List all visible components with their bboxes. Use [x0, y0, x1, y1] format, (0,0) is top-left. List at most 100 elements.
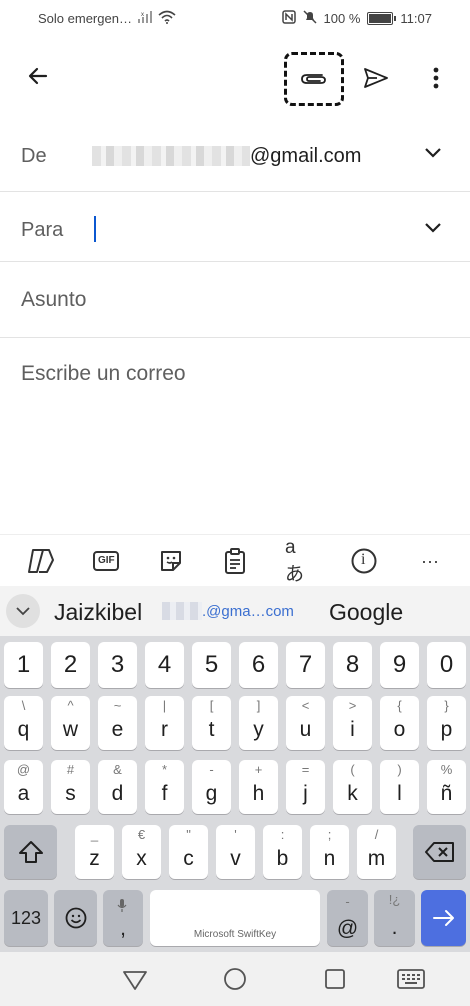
body-field[interactable]: Escribe un correo: [0, 338, 470, 534]
key-f[interactable]: * f: [145, 760, 184, 814]
signal-icon: x: [137, 11, 152, 26]
sticker-icon[interactable]: [157, 547, 185, 575]
key-hint: }: [444, 698, 449, 713]
info-icon[interactable]: i: [350, 547, 378, 575]
key-m[interactable]: / m: [357, 825, 396, 879]
key-n[interactable]: ; n: [310, 825, 349, 879]
suggestion-3[interactable]: Google: [329, 599, 403, 626]
battery-text: 100 %: [323, 11, 361, 26]
key-t[interactable]: [t: [192, 696, 231, 750]
key-5[interactable]: 5: [192, 642, 231, 688]
key-label: l: [397, 782, 402, 805]
key-2[interactable]: 2: [51, 642, 90, 688]
key-i[interactable]: > i: [333, 696, 372, 750]
key-label: 8: [345, 651, 360, 678]
key-3[interactable]: 3: [98, 642, 137, 688]
key-hint: \: [21, 698, 26, 713]
key-b[interactable]: :b: [263, 825, 302, 879]
suggestion-1[interactable]: Jaizkibel: [54, 599, 142, 626]
navigation-bar: [0, 952, 470, 1006]
circle-home-icon: [224, 968, 246, 990]
nav-home-button[interactable]: [218, 965, 252, 993]
expand-suggestions-button[interactable]: [6, 594, 40, 628]
arrow-left-icon: [28, 67, 48, 85]
chevron-down-icon[interactable]: [424, 221, 442, 239]
chevron-down-icon[interactable]: [424, 146, 442, 164]
key-8[interactable]: 8: [333, 642, 372, 688]
key-w[interactable]: ^ w: [51, 696, 90, 750]
key-v[interactable]: ' v: [216, 825, 255, 879]
from-label: De: [21, 145, 47, 167]
key-hint: ~: [113, 698, 122, 713]
clipboard-icon[interactable]: [221, 547, 249, 575]
key-ñ[interactable]: % ñ: [427, 760, 466, 814]
attach-button[interactable]: [294, 60, 334, 98]
key-g[interactable]: -g: [192, 760, 231, 814]
key-s[interactable]: # s: [51, 760, 90, 814]
key-j[interactable]: = j: [286, 760, 325, 814]
key-label: j: [303, 782, 308, 805]
key-o[interactable]: {o: [380, 696, 419, 750]
period-key[interactable]: !¿ .: [374, 890, 415, 946]
key-c[interactable]: " c: [169, 825, 208, 879]
key-z[interactable]: _ z: [75, 825, 114, 879]
space-key[interactable]: Microsoft SwiftKey: [150, 890, 320, 946]
key-4[interactable]: 4: [145, 642, 184, 688]
key-label: 5: [204, 651, 219, 678]
key-e[interactable]: ~ e: [98, 696, 137, 750]
emoji-key[interactable]: [54, 890, 97, 946]
key-0[interactable]: 0: [427, 642, 466, 688]
more-vert-icon: [433, 67, 439, 89]
nav-keyboard-button[interactable]: [394, 965, 428, 993]
key-x[interactable]: € x: [122, 825, 161, 879]
key-label: 3: [110, 651, 125, 678]
nav-back-button[interactable]: [118, 966, 152, 994]
body-placeholder: Escribe un correo: [21, 362, 186, 385]
back-button[interactable]: [18, 56, 58, 96]
key-q[interactable]: \ q: [4, 696, 43, 750]
key-y[interactable]: ] y: [239, 696, 278, 750]
battery-icon: [367, 12, 397, 25]
space-label: Microsoft SwiftKey: [193, 929, 277, 940]
key-hint: {: [397, 698, 402, 713]
from-row[interactable]: De @gmail.com: [0, 118, 470, 192]
shift-key[interactable]: [4, 825, 57, 879]
subject-field[interactable]: Asunto: [0, 262, 470, 338]
key-a[interactable]: @ a: [4, 760, 43, 814]
gif-button[interactable]: GIF: [92, 547, 120, 575]
key-6[interactable]: 6: [239, 642, 278, 688]
send-button[interactable]: [356, 58, 396, 98]
backspace-key[interactable]: [413, 825, 466, 879]
copilot-icon[interactable]: [27, 547, 55, 575]
key-label: p: [440, 718, 453, 741]
chevron-down-icon: [16, 606, 30, 615]
key-1[interactable]: 1: [4, 642, 43, 688]
key-k[interactable]: (k: [333, 760, 372, 814]
key-label: c: [183, 847, 194, 870]
key-r[interactable]: | r: [145, 696, 184, 750]
key-l[interactable]: ) l: [380, 760, 419, 814]
key-h[interactable]: + h: [239, 760, 278, 814]
key-u[interactable]: < u: [286, 696, 325, 750]
key-hint: -: [209, 762, 214, 777]
backspace-icon: [424, 842, 454, 862]
translate-icon[interactable]: aあ: [285, 537, 313, 585]
more-options-button[interactable]: [416, 58, 456, 98]
suggestion-bar: Jaizkibel .@gma…com Google: [0, 586, 470, 636]
key-p[interactable]: } p: [427, 696, 466, 750]
suggestion-2[interactable]: .@gma…com: [202, 603, 294, 620]
to-row[interactable]: Para: [0, 192, 470, 262]
key-d[interactable]: & d: [98, 760, 137, 814]
at-key[interactable]: - @: [327, 890, 368, 946]
key-label: s: [65, 782, 76, 805]
enter-key[interactable]: [421, 890, 466, 946]
numbers-mode-key[interactable]: 123: [4, 890, 48, 946]
key-label: f: [161, 782, 168, 805]
key-label: q: [17, 718, 30, 741]
key-9[interactable]: 9: [380, 642, 419, 688]
comma-key[interactable]: ,: [103, 890, 143, 946]
nav-recents-button[interactable]: [318, 965, 352, 993]
key-hint: &: [113, 762, 122, 777]
key-7[interactable]: 7: [286, 642, 325, 688]
more-horiz-icon[interactable]: ···: [416, 547, 444, 575]
